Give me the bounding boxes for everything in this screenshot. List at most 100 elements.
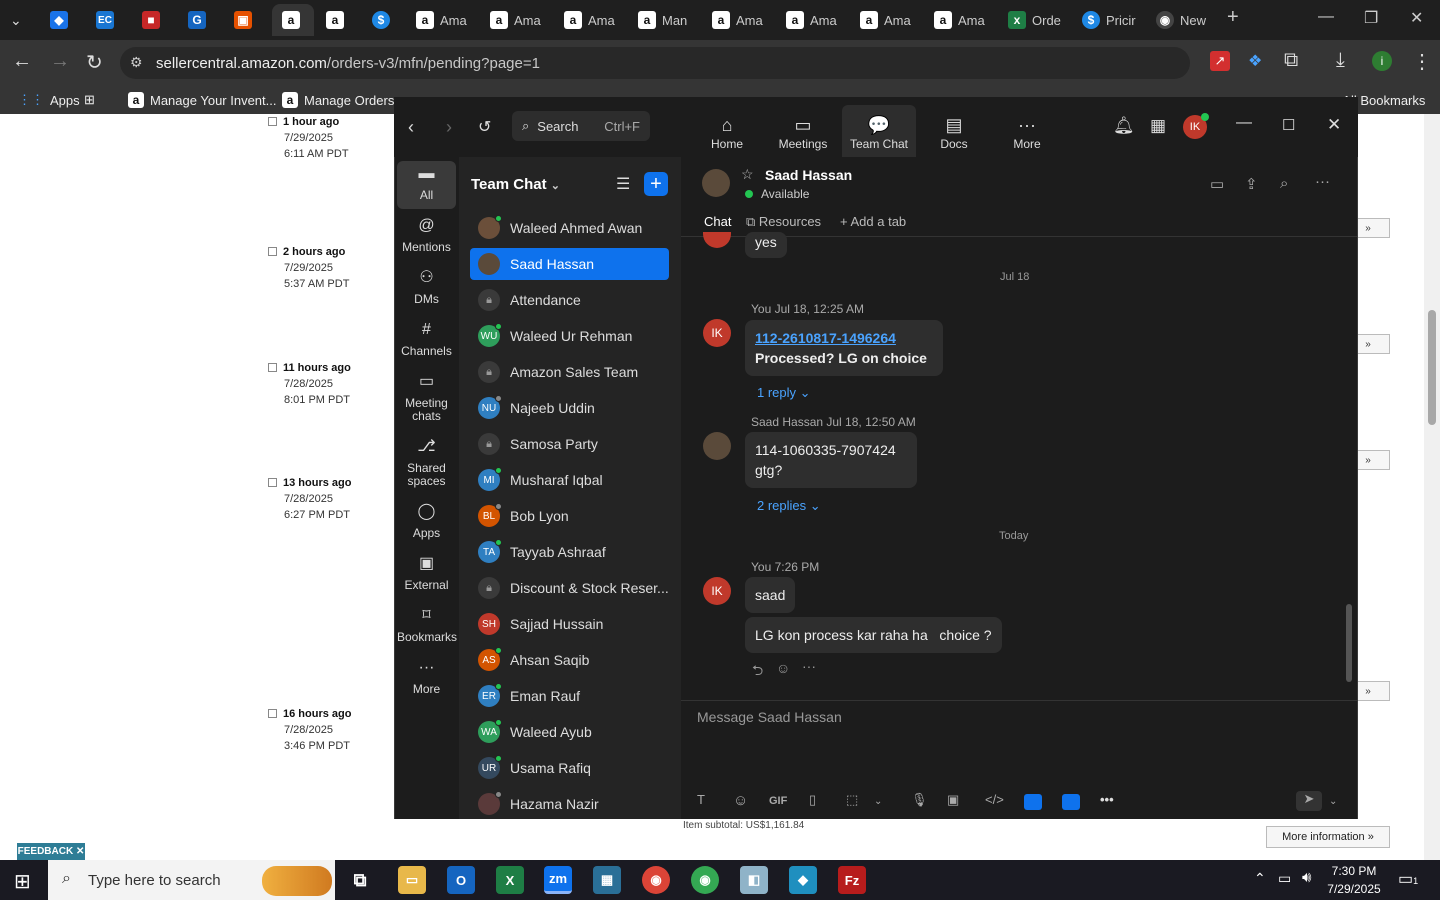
contact-avatar[interactable] <box>702 169 730 197</box>
bookmark-manage-inventory[interactable]: a Manage Your Invent... <box>128 92 276 108</box>
browser-tab[interactable]: ▣ <box>234 6 252 34</box>
extension-blue-icon[interactable]: ❖ <box>1248 51 1262 71</box>
zoom-search[interactable]: ⌕ Search Ctrl+F <box>512 111 650 141</box>
video-call-icon[interactable]: ▭ <box>1210 175 1224 193</box>
chat-list-item[interactable]: Hazama Nazir <box>470 788 669 820</box>
file-explorer-icon[interactable]: ▭ <box>398 866 426 894</box>
nav-more[interactable]: ··· More <box>990 115 1064 151</box>
row-checkbox[interactable] <box>268 117 277 126</box>
row-checkbox[interactable] <box>268 478 277 487</box>
taskbar-clock[interactable]: 7:30 PM 7/29/2025 <box>1322 862 1386 898</box>
profile-icon[interactable]: i <box>1372 51 1392 71</box>
volume-icon[interactable]: 🔊︎ <box>1302 869 1311 886</box>
back-icon[interactable]: ‹ <box>408 117 414 138</box>
chat-list-item[interactable]: TA Tayyab Ashraaf <box>470 536 669 568</box>
rail-dms[interactable]: ⚇ DMs <box>397 270 456 306</box>
browser-tab[interactable]: $ <box>372 6 390 34</box>
chat-contact-name[interactable]: Saad Hassan <box>765 167 852 183</box>
chat-list-item[interactable]: SH Sajjad Hussain <box>470 608 669 640</box>
filezilla-icon[interactable]: Fz <box>838 866 866 894</box>
chat-list-item[interactable]: 🔒︎ Samosa Party <box>470 428 669 460</box>
video-message-icon[interactable]: ▣ <box>947 792 959 808</box>
new-tab-icon[interactable]: + <box>1227 6 1239 29</box>
rail-external[interactable]: ▣ External <box>397 556 456 592</box>
browser-tab[interactable]: a Ama <box>564 6 615 34</box>
tab-add[interactable]: + Add a tab <box>840 214 906 229</box>
outlook-icon[interactable]: O <box>447 866 475 894</box>
back-icon[interactable]: ← <box>12 50 32 73</box>
minimize-icon[interactable]: — <box>1236 114 1252 132</box>
microphone-icon[interactable]: 🎙︎ <box>911 792 928 808</box>
filter-icon[interactable]: ☰ <box>616 174 630 194</box>
more-actions-icon[interactable]: ··· <box>802 658 816 674</box>
maximize-icon[interactable]: ☐ <box>1282 116 1295 134</box>
browser-tab-active[interactable]: a <box>272 4 314 36</box>
screenshot-icon[interactable]: ⬚ <box>846 792 858 808</box>
bookmark-apps[interactable]: ⋮⋮ Apps <box>18 92 80 108</box>
close-icon[interactable]: ✕ <box>1327 115 1341 135</box>
tab-resources[interactable]: ⧉ Resources <box>746 214 821 230</box>
zoom-app-icon[interactable] <box>1024 794 1042 810</box>
page-scrollbar-thumb[interactable] <box>1428 310 1436 425</box>
whiteboard-icon[interactable]: ▦ <box>1150 116 1166 136</box>
bookmark-manage-orders[interactable]: a Manage Orders <box>282 92 394 108</box>
tab-groups-icon[interactable]: ⊞ <box>84 92 95 108</box>
notification-icon[interactable]: ▭1 <box>1398 869 1418 889</box>
chat-list-item[interactable]: NU Najeeb Uddin <box>470 392 669 424</box>
forward-icon[interactable]: › <box>446 117 452 138</box>
history-icon[interactable]: ↺ <box>478 117 491 137</box>
chat-list-item[interactable]: WU Waleed Ur Rehman <box>470 320 669 352</box>
browser-tab[interactable]: a Ama <box>416 6 467 34</box>
rail-all[interactable]: ▬ All <box>397 161 456 209</box>
chat-list-item-selected[interactable]: Saad Hassan <box>470 248 669 280</box>
browser-tab[interactable]: a Ama <box>712 6 763 34</box>
chat-list-item[interactable]: AS Ahsan Saqib <box>470 644 669 676</box>
file-icon[interactable]: ▯ <box>809 792 816 808</box>
thread-replies[interactable]: 1 reply ⌄ <box>757 385 811 401</box>
browser-tab[interactable]: a Ama <box>860 6 911 34</box>
chevron-up-icon[interactable]: ⌃ <box>1254 870 1266 887</box>
browser-tab[interactable]: ◆ <box>50 6 68 34</box>
chat-list-item[interactable]: 🔒︎ Amazon Sales Team <box>470 356 669 388</box>
row-checkbox[interactable] <box>268 247 277 256</box>
more-icon[interactable]: ••• <box>1100 792 1114 807</box>
team-chat-title[interactable]: Team Chat ⌄ <box>471 176 560 193</box>
minimize-icon[interactable]: — <box>1318 8 1334 26</box>
code-icon[interactable]: </> <box>985 792 1004 807</box>
message-input[interactable]: Message Saad Hassan <box>697 709 842 725</box>
more-options-icon[interactable]: ··· <box>1315 173 1330 190</box>
tab-chat[interactable]: Chat <box>704 214 731 229</box>
excel-icon[interactable]: X <box>496 866 524 894</box>
screen-share-icon[interactable]: ⇪ <box>1245 175 1258 193</box>
reload-icon[interactable]: ↻ <box>86 50 103 75</box>
nav-team-chat[interactable]: 💬 Team Chat <box>842 105 916 157</box>
chevron-down-icon[interactable]: ⌄ <box>874 796 882 807</box>
rail-bookmarks[interactable]: ⌑ Bookmarks <box>397 608 457 644</box>
rail-meeting-chats[interactable]: ▭ Meeting chats <box>397 374 456 423</box>
rail-channels[interactable]: # Channels <box>397 322 456 358</box>
zoom-app-icon[interactable] <box>1062 794 1080 810</box>
browser-tab[interactable]: a Ama <box>786 6 837 34</box>
chat-list-item[interactable]: UR Usama Rafiq <box>470 752 669 784</box>
rail-shared-spaces[interactable]: ⎇ Shared spaces <box>397 439 456 488</box>
thread-replies[interactable]: 2 replies ⌄ <box>757 498 821 514</box>
bell-icon[interactable]: 🔔︎ <box>1113 116 1135 136</box>
feedback-button[interactable]: FEEDBACK ✕ <box>17 843 85 860</box>
chat-list-item[interactable]: 🔒︎ Discount & Stock Reser... <box>470 572 669 604</box>
row-checkbox[interactable] <box>268 709 277 718</box>
task-view-icon[interactable]: ⧉ <box>346 866 374 894</box>
text-format-icon[interactable]: T <box>697 792 705 807</box>
reply-icon[interactable]: ⮌ <box>752 660 763 684</box>
browser-tab[interactable]: a Man <box>638 6 687 34</box>
chevron-down-icon[interactable]: ⌄ <box>1329 796 1337 807</box>
download-icon[interactable]: ⤓ <box>1336 49 1345 72</box>
site-info-icon[interactable]: ⚙ <box>130 54 143 71</box>
send-icon[interactable]: ➤ <box>1296 791 1322 811</box>
rail-more[interactable]: ··· More <box>397 660 456 696</box>
rail-mentions[interactable]: @ Mentions <box>397 218 456 254</box>
chrome-icon[interactable]: ◉ <box>691 866 719 894</box>
emoji-react-icon[interactable]: ☺ <box>776 660 790 676</box>
search-icon[interactable]: ⌕ <box>1280 175 1288 192</box>
taskbar-search[interactable]: ⌕ Type here to search <box>48 860 335 900</box>
emoji-icon[interactable]: ☺ <box>733 792 748 809</box>
